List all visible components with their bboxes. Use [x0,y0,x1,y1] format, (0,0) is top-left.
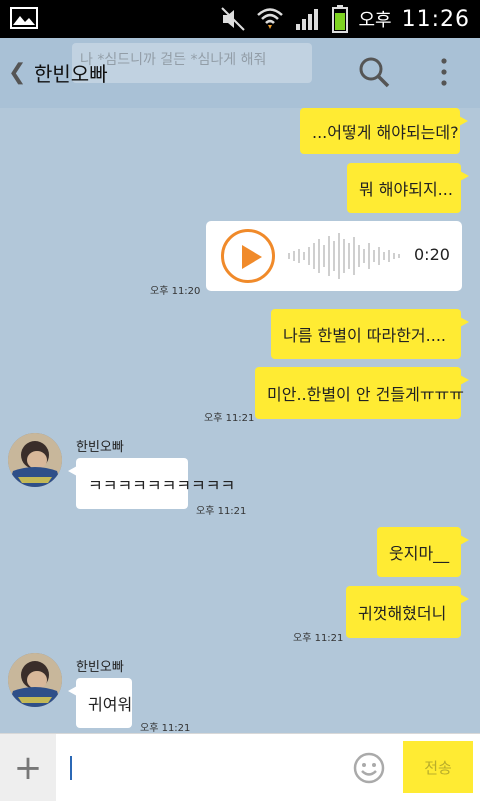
more-icon[interactable] [434,56,454,88]
message-time: 오후 11:20 [150,286,201,297]
mute-icon [221,7,246,31]
avatar[interactable] [8,653,62,707]
message-bubble[interactable]: ...어떻게 해야되는데? [300,108,468,154]
message-time: 오후 11:21 [293,633,344,644]
message-input[interactable] [64,746,348,790]
back-icon[interactable]: ❮ [8,60,26,85]
plus-icon[interactable]: + [0,734,56,801]
message-bubble[interactable]: 나름 한별이 따라한거.... [271,309,469,359]
battery-icon [332,5,349,33]
sender-name: 한빈오빠 [76,660,124,675]
signal-icon [296,9,319,30]
chat-messages: ...어떻게 해야되는데? 뭐 해야되지... 0:20 오후 11:20 나름… [0,108,480,734]
message-time: 오후 11:21 [140,723,191,734]
voice-duration: 0:20 [414,245,450,264]
send-button[interactable]: 전송 [403,741,473,793]
chat-room-title: 한빈오빠 [34,62,108,86]
message-bubble[interactable]: 미안..한별이 안 건들게ㅠㅠㅠ [255,367,469,419]
message-time: 오후 11:21 [204,413,255,424]
voice-message[interactable]: 0:20 [206,221,462,291]
message-bubble[interactable]: 뭐 해야되지... [347,163,469,213]
chat-header: 나 *심드니까 걸든 *심나게 해줘 ❮ 한빈오빠 [0,38,480,108]
status-bar: 오후 11:26 [0,0,480,38]
sender-name: 한빈오빠 [76,440,124,455]
wifi-icon [257,8,284,29]
message-bubble[interactable]: 웃지마__ [377,527,469,577]
message-bubble[interactable]: 귀껏해혔더니 [346,586,469,638]
message-input-bar: + 전송 [0,733,480,801]
status-time: 11:26 [401,6,470,32]
message-bubble[interactable]: ㅋㅋㅋㅋㅋㅋㅋㅋㅋㅋ [68,458,235,509]
status-ampm: 오후 [358,10,392,31]
gallery-icon [10,7,38,29]
message-time: 오후 11:21 [196,506,247,517]
emoji-icon[interactable] [353,752,385,784]
pinned-notice[interactable]: 나 *심드니까 걸든 *심나게 해줘 [72,43,312,83]
text-cursor [70,756,72,780]
search-icon[interactable] [358,56,390,88]
waveform-icon [288,233,400,279]
play-icon[interactable] [221,229,275,283]
avatar[interactable] [8,433,62,487]
message-bubble[interactable]: 귀여워 [68,678,132,728]
